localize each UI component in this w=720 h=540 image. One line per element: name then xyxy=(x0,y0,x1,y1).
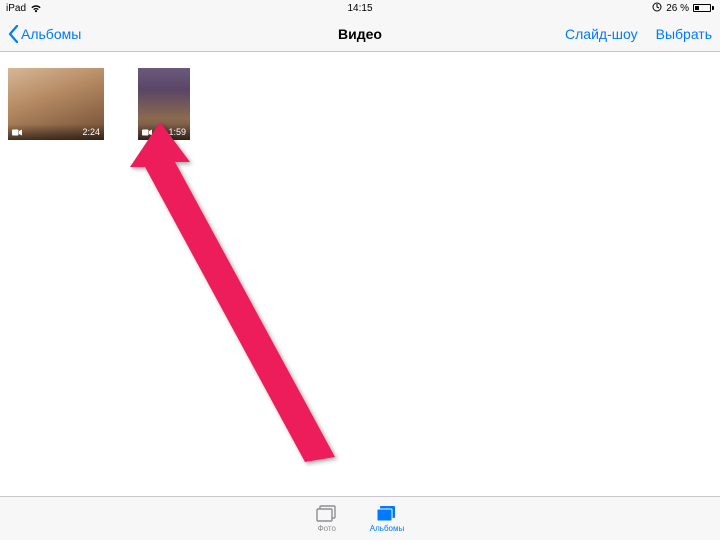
status-left: iPad xyxy=(6,3,42,14)
rotation-lock-icon xyxy=(652,2,662,15)
video-grid: 2:24 1:59 xyxy=(0,52,720,496)
battery-icon xyxy=(693,4,714,12)
battery-percent: 26 % xyxy=(666,3,689,14)
status-bar: iPad 14:15 26 % xyxy=(0,0,720,16)
thumbnail-overlay: 2:24 xyxy=(8,124,104,140)
slideshow-button[interactable]: Слайд-шоу xyxy=(565,26,638,42)
page-title: Видео xyxy=(338,26,382,42)
device-name: iPad xyxy=(6,3,26,14)
thumbnail-overlay: 1:59 xyxy=(138,124,190,140)
annotation-arrow xyxy=(120,122,380,482)
select-button[interactable]: Выбрать xyxy=(656,26,712,42)
back-label: Альбомы xyxy=(21,26,81,42)
video-duration: 1:59 xyxy=(168,127,186,137)
back-button[interactable]: Альбомы xyxy=(8,25,81,43)
nav-bar: Альбомы Видео Слайд-шоу Выбрать xyxy=(0,16,720,52)
tab-photos[interactable]: Фото xyxy=(316,505,338,533)
video-icon xyxy=(142,129,152,136)
video-thumbnail[interactable]: 1:59 xyxy=(138,68,190,140)
tab-bar: Фото Альбомы xyxy=(0,496,720,540)
video-duration: 2:24 xyxy=(82,127,100,137)
tab-label: Фото xyxy=(318,524,336,533)
status-right: 26 % xyxy=(652,2,714,15)
status-time: 14:15 xyxy=(347,3,372,14)
albums-icon xyxy=(376,505,398,523)
photos-icon xyxy=(316,505,338,523)
video-thumbnail[interactable]: 2:24 xyxy=(8,68,104,140)
wifi-icon xyxy=(30,4,42,13)
tab-label: Альбомы xyxy=(370,524,404,533)
video-icon xyxy=(12,129,22,136)
tab-albums[interactable]: Альбомы xyxy=(370,505,404,533)
chevron-left-icon xyxy=(8,25,19,43)
